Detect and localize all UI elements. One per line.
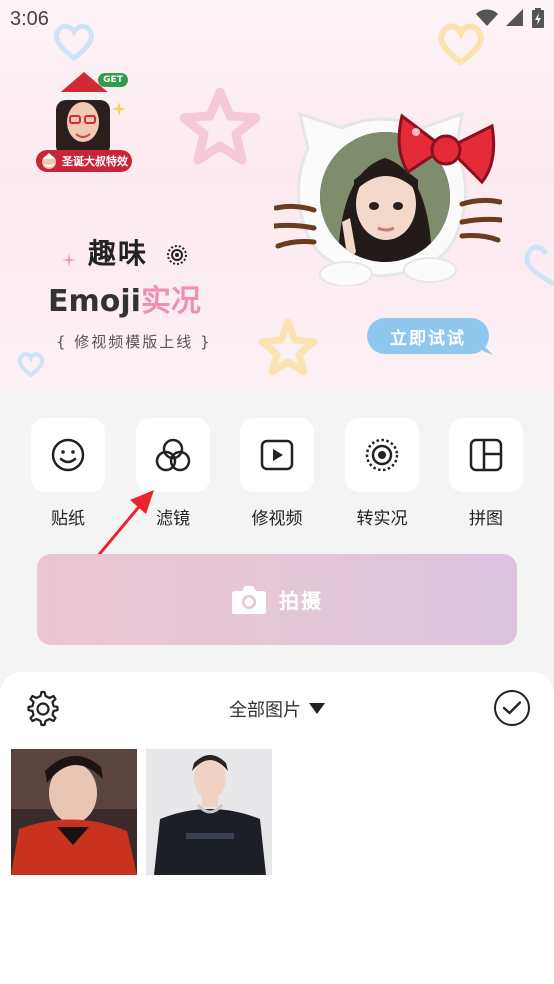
get-badge: GET [98, 73, 128, 87]
sparkle-icon [112, 102, 126, 116]
live-photo-icon [365, 438, 399, 472]
tool-collage[interactable]: 拼图 [448, 418, 524, 529]
smiley-icon [51, 438, 85, 472]
photo-thumbnail-1 [11, 749, 137, 875]
filter-circles-icon [155, 438, 191, 472]
select-button[interactable] [494, 690, 530, 726]
status-icons [476, 8, 544, 28]
decor-star-icon [258, 318, 318, 376]
gallery-thumb[interactable] [11, 749, 137, 875]
capture-label: 拍摄 [279, 589, 323, 613]
sticker-pill: 圣诞大叔特效 [36, 150, 132, 172]
tool-edit-video[interactable]: 修视频 [239, 418, 315, 529]
decor-heart-icon [524, 244, 554, 287]
try-now-label: 立即试试 [390, 328, 466, 349]
status-time: 3:06 [10, 8, 49, 30]
banner-title-line1: 趣味 [88, 232, 228, 272]
signal-icon [506, 9, 523, 26]
photo-thumbnail-2 [146, 749, 272, 875]
hello-kitty-frame [274, 110, 502, 286]
record-icon [166, 245, 187, 265]
battery-icon [532, 8, 544, 28]
gallery-sheet: 全部图片 [0, 672, 554, 984]
red-bow-icon [397, 113, 496, 185]
whiskers-left-icon [274, 203, 317, 249]
chevron-down-icon [309, 703, 325, 714]
banner-title-emoji: Emoji [48, 284, 141, 319]
banner-title-line2: Emoji实况 [48, 276, 228, 320]
tool-icon-box[interactable] [31, 418, 105, 492]
status-bar: 3:06 [0, 0, 554, 40]
tool-icon-box[interactable] [449, 418, 523, 492]
tool-icon-box[interactable] [136, 418, 210, 492]
banner-subtitle: { 修视频模版上线 } [56, 333, 212, 351]
tool-icon-box[interactable] [240, 418, 314, 492]
banner-title: 趣味 Emoji实况 [48, 232, 228, 320]
album-dropdown[interactable]: 全部图片 [0, 696, 554, 722]
promo-banner[interactable]: 3:06 GET 圣诞大叔特效 趣味 Emoji实况 {修视频模版上线} 立… [0, 0, 554, 390]
sticker-pill-label: 圣诞大叔特效 [62, 155, 128, 168]
wifi-icon [476, 9, 498, 26]
capture-button[interactable]: 拍摄 [37, 554, 517, 645]
banner-title-live: 实况 [140, 284, 201, 319]
decor-heart-icon [17, 352, 45, 378]
plus-sparkle-icon [62, 253, 76, 267]
gallery-thumb[interactable] [146, 749, 272, 875]
tool-label: 转实况 [356, 509, 408, 529]
tool-label: 拼图 [469, 509, 503, 529]
banner-title-line1-text: 趣味 [88, 237, 149, 270]
camera-icon [232, 585, 266, 614]
video-play-icon [260, 439, 294, 471]
decor-star-icon [180, 87, 260, 165]
santa-face-icon [42, 153, 56, 169]
whiskers-right-icon [459, 197, 502, 243]
tool-live-photo[interactable]: 转实况 [344, 418, 420, 529]
collage-icon [469, 438, 503, 472]
check-circle-icon [503, 701, 521, 715]
try-now-button[interactable]: 立即试试 [367, 318, 493, 355]
promo-sticker[interactable]: GET 圣诞大叔特效 [36, 70, 136, 175]
album-label: 全部图片 [229, 700, 301, 721]
speech-tail-icon [481, 343, 493, 355]
tool-icon-box[interactable] [345, 418, 419, 492]
tool-label: 修视频 [251, 509, 303, 529]
